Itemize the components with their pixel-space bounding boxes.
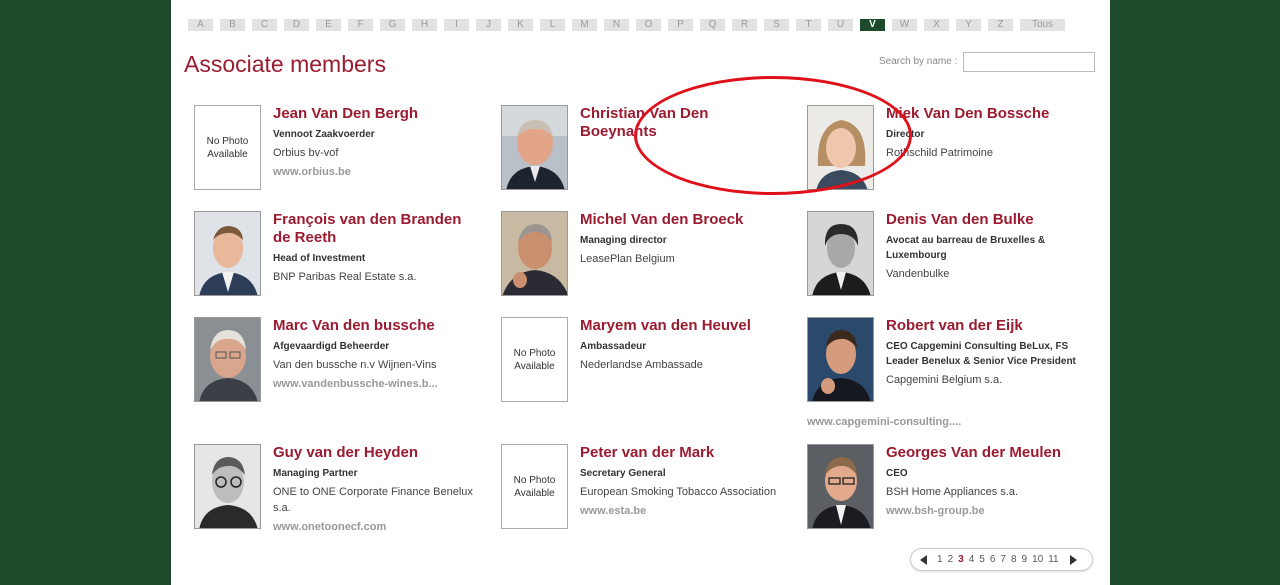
page-link[interactable]: 7 xyxy=(1000,554,1006,565)
letter-p[interactable]: P xyxy=(668,19,693,31)
member-website-link[interactable]: www.orbius.be xyxy=(273,165,478,179)
member-name[interactable]: Robert van der Eijk xyxy=(886,317,1091,335)
member-name[interactable]: Michel Van den Broeck xyxy=(580,211,785,229)
member-organization: Rothschild Patrimoine xyxy=(886,147,993,159)
member-website-link[interactable]: www.vandenbussche-wines.b... xyxy=(273,377,478,391)
letter-z[interactable]: Z xyxy=(988,19,1013,31)
member-organization: Van den bussche n.v Wijnen-Vins xyxy=(273,359,437,371)
member-name[interactable]: Marc Van den bussche xyxy=(273,317,478,335)
member-name[interactable]: François van den Branden de Reeth xyxy=(273,211,478,247)
search-input[interactable] xyxy=(963,52,1095,72)
member-website-link[interactable]: www.bsh-group.be xyxy=(886,504,1091,518)
member-role: Afgevaardigd Beheerder xyxy=(273,341,390,352)
letter-y[interactable]: Y xyxy=(956,19,981,31)
letter-w[interactable]: W xyxy=(892,19,917,31)
letter-x[interactable]: X xyxy=(924,19,949,31)
member-organization: BNP Paribas Real Estate s.a. xyxy=(273,271,417,283)
letter-u[interactable]: U xyxy=(828,19,853,31)
member-role: CEO Capgemini Consulting BeLux, FS Leade… xyxy=(886,341,1076,367)
page-title: Associate members xyxy=(184,51,386,77)
letter-o[interactable]: O xyxy=(636,19,661,31)
member-role: Managing director xyxy=(580,235,667,246)
member-role: Head of Investment xyxy=(273,253,366,264)
letter-k[interactable]: K xyxy=(508,19,533,31)
member-photo[interactable] xyxy=(194,317,261,402)
page-link[interactable]: 9 xyxy=(1022,554,1028,565)
member-photo[interactable] xyxy=(807,317,874,402)
current-page: 3 xyxy=(958,554,964,565)
member-name[interactable]: Georges Van der Meulen xyxy=(886,444,1091,462)
letter-i[interactable]: I xyxy=(444,19,469,31)
letter-h[interactable]: H xyxy=(412,19,437,31)
letter-j[interactable]: J xyxy=(476,19,501,31)
no-photo-placeholder[interactable]: No Photo Available xyxy=(501,317,568,402)
member-website-link[interactable]: www.esta.be xyxy=(580,504,785,518)
member-organization: Vandenbulke xyxy=(886,268,950,280)
letter-f[interactable]: F xyxy=(348,19,373,31)
page-link[interactable]: 2 xyxy=(948,554,954,565)
member-role: Vennoot Zaakvoerder xyxy=(273,129,375,140)
next-page-icon[interactable] xyxy=(1069,554,1077,565)
member-organization: European Smoking Tobacco Association xyxy=(580,486,777,498)
letter-n[interactable]: N xyxy=(604,19,629,31)
letter-b[interactable]: B xyxy=(220,19,245,31)
member-organization: BSH Home Appliances s.a. xyxy=(886,486,1019,498)
letter-e[interactable]: E xyxy=(316,19,341,31)
no-photo-placeholder[interactable]: No Photo Available xyxy=(194,105,261,190)
member-photo[interactable] xyxy=(501,105,568,190)
letter-v[interactable]: V xyxy=(860,19,885,31)
search-label: Search by name : xyxy=(879,56,958,67)
page-link[interactable]: 11 xyxy=(1048,554,1058,565)
page-link[interactable]: 8 xyxy=(1011,554,1017,565)
member-photo[interactable] xyxy=(807,444,874,529)
member-role: Director xyxy=(886,129,925,140)
member-photo[interactable] xyxy=(807,105,874,190)
member-organization: LeasePlan Belgium xyxy=(580,253,675,265)
member-name[interactable]: Christian Van Den Boeynants xyxy=(580,105,785,141)
member-name[interactable]: Jean Van Den Bergh xyxy=(273,105,478,123)
letter-tous[interactable]: Tous xyxy=(1020,19,1065,31)
member-organization: Nederlandse Ambassade xyxy=(580,359,703,371)
member-role: Avocat au barreau de Bruxelles & Luxembo… xyxy=(886,235,1046,261)
member-role: Ambassadeur xyxy=(580,341,647,352)
page-content: A B C D E F G H I J K L M N O P Q R S T … xyxy=(171,0,1110,585)
member-website-link[interactable]: www.capgemini-consulting.... xyxy=(807,415,961,429)
pagination: 1 2 3 4 5 6 7 8 9 10 11 xyxy=(910,548,1093,571)
member-organization: Orbius bv-vof xyxy=(273,147,339,159)
letter-s[interactable]: S xyxy=(764,19,789,31)
member-role: CEO xyxy=(886,468,908,479)
member-name[interactable]: Denis Van den Bulke xyxy=(886,211,1091,229)
member-photo[interactable] xyxy=(194,444,261,529)
member-name[interactable]: Maryem van den Heuvel xyxy=(580,317,785,335)
letter-d[interactable]: D xyxy=(284,19,309,31)
member-organization: ONE to ONE Corporate Finance Benelux s.a… xyxy=(273,486,473,514)
letter-l[interactable]: L xyxy=(540,19,565,31)
page-link[interactable]: 10 xyxy=(1032,554,1043,565)
member-website-link[interactable]: www.onetoonecf.com xyxy=(273,520,478,534)
member-name[interactable]: Miek Van Den Bossche xyxy=(886,105,1091,123)
page-link[interactable]: 6 xyxy=(990,554,996,565)
member-role: Managing Partner xyxy=(273,468,358,479)
letter-m[interactable]: M xyxy=(572,19,597,31)
letter-a[interactable]: A xyxy=(188,19,213,31)
member-role: Secretary General xyxy=(580,468,666,479)
member-organization: Capgemini Belgium s.a. xyxy=(886,374,1003,386)
member-photo[interactable] xyxy=(194,211,261,296)
page-link[interactable]: 1 xyxy=(937,554,943,565)
letter-q[interactable]: Q xyxy=(700,19,725,31)
page-link[interactable]: 5 xyxy=(979,554,985,565)
no-photo-placeholder[interactable]: No Photo Available xyxy=(501,444,568,529)
previous-page-icon[interactable] xyxy=(920,554,927,565)
member-name[interactable]: Guy van der Heyden xyxy=(273,444,478,462)
letter-r[interactable]: R xyxy=(732,19,757,31)
page-link[interactable]: 4 xyxy=(969,554,975,565)
member-photo[interactable] xyxy=(501,211,568,296)
letter-c[interactable]: C xyxy=(252,19,277,31)
letter-t[interactable]: T xyxy=(796,19,821,31)
member-photo[interactable] xyxy=(807,211,874,296)
alphabet-filter: A B C D E F G H I J K L M N O P Q R S T … xyxy=(188,19,1072,31)
member-name[interactable]: Peter van der Mark xyxy=(580,444,785,462)
letter-g[interactable]: G xyxy=(380,19,405,31)
